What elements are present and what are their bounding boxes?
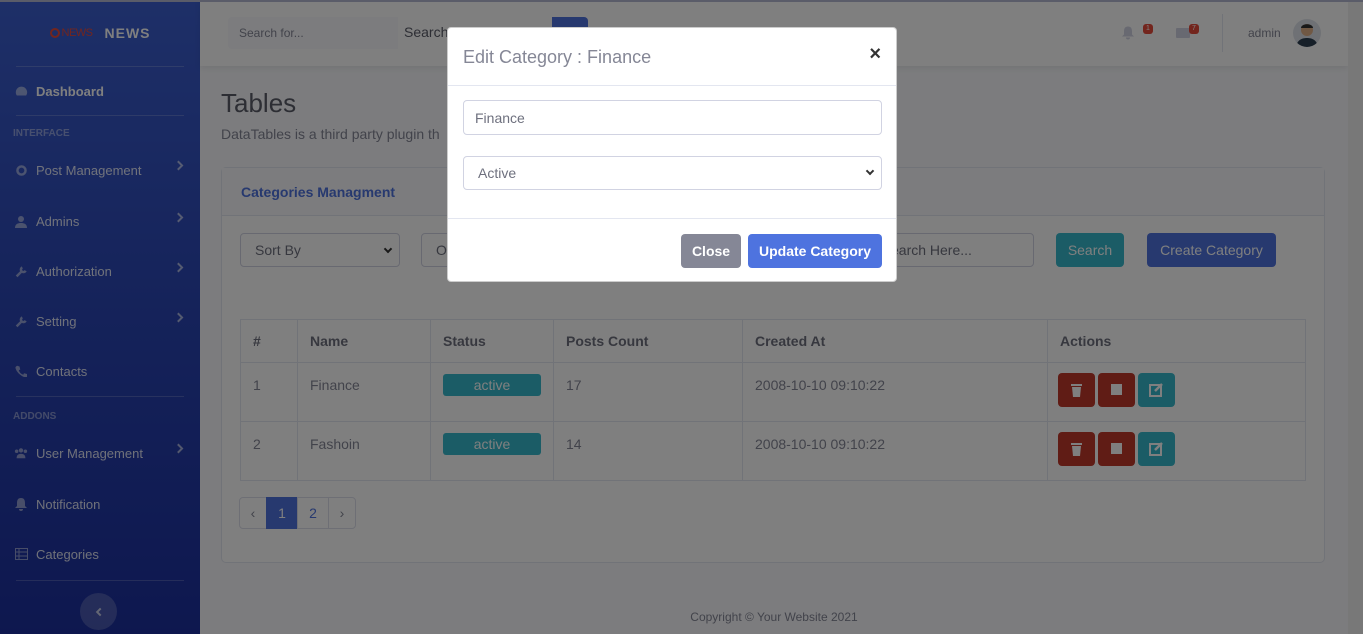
modal-footer-divider <box>448 218 896 219</box>
modal-close-icon[interactable]: × <box>869 43 881 66</box>
close-button[interactable]: Close <box>681 234 741 268</box>
category-name-input[interactable]: Finance <box>463 100 882 135</box>
window-top-edge <box>0 0 1363 2</box>
modal-title: Edit Category : Finance <box>448 28 896 86</box>
category-status-select[interactable]: Active <box>463 156 882 190</box>
update-category-button[interactable]: Update Category <box>748 234 882 268</box>
edit-category-modal: Edit Category : Finance × Finance Active… <box>447 27 897 282</box>
category-status-value: Active <box>478 165 517 181</box>
chevron-down-icon <box>865 166 875 176</box>
